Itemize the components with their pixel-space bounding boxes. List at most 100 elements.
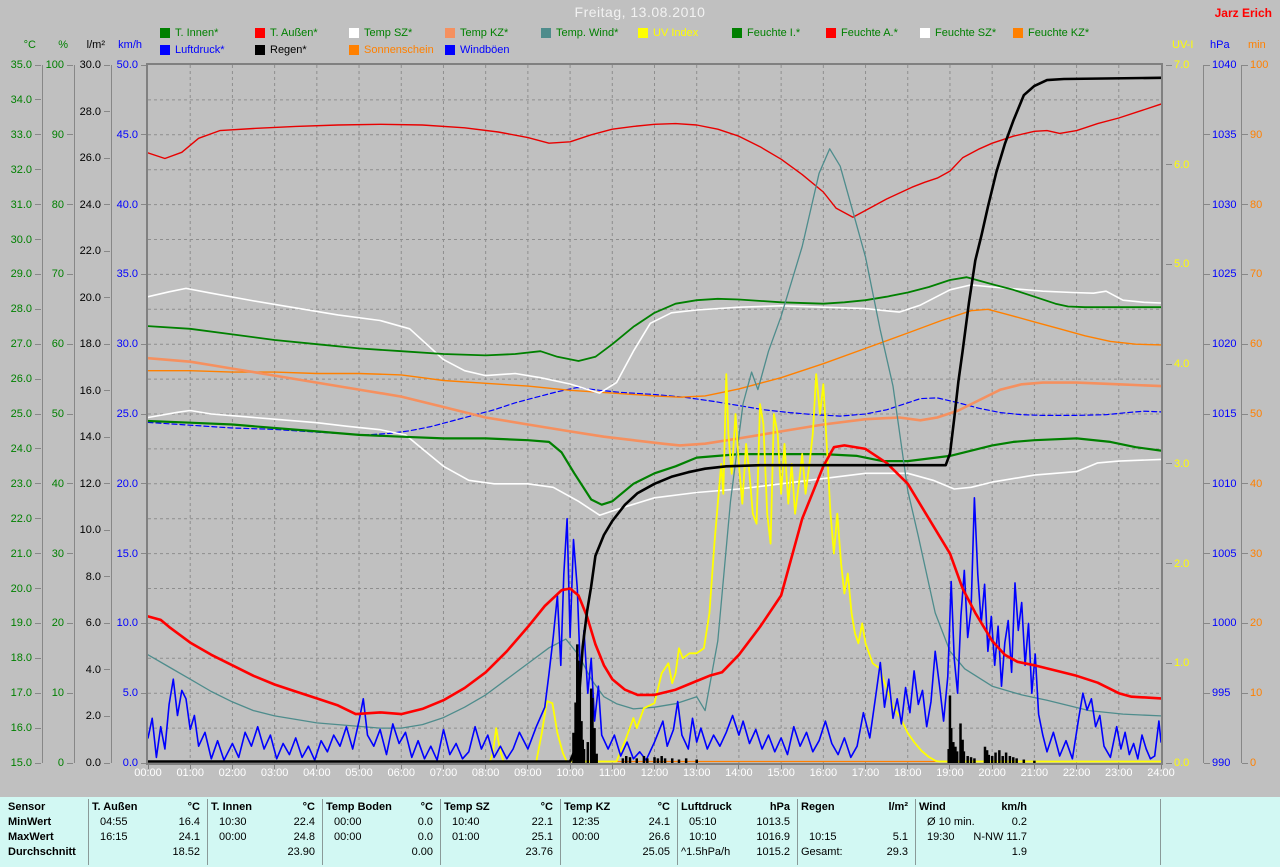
axis-tick-label: 15.0 xyxy=(94,548,138,560)
statistics-table: SensorMinWertMaxWertDurchschnittT. Außen… xyxy=(0,797,1280,867)
axis-tick xyxy=(1242,65,1248,66)
max-value: 0.0 xyxy=(418,830,433,845)
x-tick-label: 12:00 xyxy=(633,767,677,779)
sensor-name: T. Innen xyxy=(211,800,252,815)
axis-tick xyxy=(1204,623,1210,624)
legend-label: Feuchte I.* xyxy=(747,27,800,39)
legend-item-luftdruck-[interactable]: Luftdruck* xyxy=(160,44,225,56)
legend-label: Windböen xyxy=(460,44,510,56)
legend-label: Luftdruck* xyxy=(175,44,225,56)
axis-tick xyxy=(1166,65,1172,66)
axis-tick-label: 10.0 xyxy=(57,524,101,536)
legend-item-sonnenschein[interactable]: Sonnenschein xyxy=(349,44,434,56)
min-time: 05:10 xyxy=(689,815,717,830)
axis-tick xyxy=(35,448,41,449)
axis-tick xyxy=(35,728,41,729)
sensor-name: Regen xyxy=(801,800,835,815)
axis-tick xyxy=(1242,553,1248,554)
legend-item-uv-index[interactable]: UV Index xyxy=(638,27,698,39)
axis-tick-label: 40.0 xyxy=(94,199,138,211)
legend-label: Feuchte SZ* xyxy=(935,27,996,39)
axis-tick-label: 20 xyxy=(1250,617,1262,629)
x-tick-label: 21:00 xyxy=(1012,767,1056,779)
sensor-name: T. Außen xyxy=(92,800,137,815)
x-tick-label: 10:00 xyxy=(548,767,592,779)
axis-tick xyxy=(1166,763,1172,764)
table-column-luftdruck: LuftdruckhPa05:101013.510:101016.9^1.5hP… xyxy=(679,797,792,867)
x-tick-label: 15:00 xyxy=(759,767,803,779)
table-column-temp-sz: Temp SZ°C10:4022.101:0025.123.76 xyxy=(442,797,555,867)
axis-tick-label: 50.0 xyxy=(94,59,138,71)
axis-tick-label: 70 xyxy=(20,268,64,280)
axis-tick-label: 0 xyxy=(1250,757,1256,769)
axis-tick-label: 30 xyxy=(1250,548,1262,560)
legend-item-temp-wind-[interactable]: Temp. Wind* xyxy=(541,27,618,39)
min-time: 12:35 xyxy=(572,815,600,830)
axis-tick xyxy=(35,658,41,659)
sensor-name: Temp KZ xyxy=(564,800,610,815)
max-time: 10:15 xyxy=(809,830,837,845)
avg-value: 18.52 xyxy=(172,845,200,860)
axis-tick-label: 1020 xyxy=(1212,338,1236,350)
axis-tick-label: 3.0 xyxy=(1174,458,1189,470)
axis-tick xyxy=(1242,693,1248,694)
axis-tick xyxy=(1204,344,1210,345)
legend-item-temp-kz-[interactable]: Temp KZ* xyxy=(445,27,508,39)
axis-tick-label: 1035 xyxy=(1212,129,1236,141)
x-tick-label: 00:00 xyxy=(126,767,170,779)
legend-label: Feuchte A.* xyxy=(841,27,898,39)
x-tick-label: 03:00 xyxy=(253,767,297,779)
legend-item-feuchte-kz-[interactable]: Feuchte KZ* xyxy=(1013,27,1089,39)
axis-tick xyxy=(35,518,41,519)
axis-tick xyxy=(1204,134,1210,135)
axis-tick xyxy=(1242,483,1248,484)
max-value: 24.1 xyxy=(179,830,200,845)
axis-tick-label: 40 xyxy=(1250,478,1262,490)
legend-label: UV Index xyxy=(653,27,698,39)
legend-swatch-icon xyxy=(732,28,742,38)
legend-item-feuchte-sz-[interactable]: Feuchte SZ* xyxy=(920,27,996,39)
legend-swatch-icon xyxy=(255,28,265,38)
axis-tick xyxy=(1204,65,1210,66)
axis-tick xyxy=(35,309,41,310)
min-time: 04:55 xyxy=(100,815,128,830)
legend-item-windb-en[interactable]: Windböen xyxy=(445,44,510,56)
axis-tick-label: 1030 xyxy=(1212,199,1236,211)
x-tick-label: 07:00 xyxy=(421,767,465,779)
min-time: 10:40 xyxy=(452,815,480,830)
axis-tick-label: 30.0 xyxy=(94,338,138,350)
axis-tick xyxy=(67,553,73,554)
axis-tick-label: 7.0 xyxy=(1174,59,1189,71)
legend-item-temp-sz-[interactable]: Temp SZ* xyxy=(349,27,412,39)
min-time: 10:30 xyxy=(219,815,247,830)
sensor-unit: °C xyxy=(421,800,433,815)
legend-item-t-innen-[interactable]: T. Innen* xyxy=(160,27,218,39)
legend-item-feuchte-a-[interactable]: Feuchte A.* xyxy=(826,27,898,39)
max-time: 00:00 xyxy=(334,830,362,845)
table-column-regen: Regenl/m²10:155.1Gesamt:29.3 xyxy=(799,797,910,867)
axis-tick-label: 10 xyxy=(20,687,64,699)
axis-tick xyxy=(35,239,41,240)
x-tick-label: 06:00 xyxy=(379,767,423,779)
table-row-label: MaxWert xyxy=(8,830,54,845)
axis-tick xyxy=(1166,463,1172,464)
axis-tick xyxy=(104,669,110,670)
legend-label: T. Innen* xyxy=(175,27,218,39)
legend-item-feuchte-i-[interactable]: Feuchte I.* xyxy=(732,27,800,39)
axis-tick-label: 10 xyxy=(1250,687,1262,699)
axis-tick-label: 60 xyxy=(1250,338,1262,350)
sensor-unit: °C xyxy=(303,800,315,815)
avg-value: 1.9 xyxy=(1012,845,1027,860)
legend-item-t-au-en-[interactable]: T. Außen* xyxy=(255,27,318,39)
axis-tick-label: 50 xyxy=(20,408,64,420)
axis-unit-label: UV-I xyxy=(1172,39,1193,51)
x-tick-label: 02:00 xyxy=(210,767,254,779)
legend-item-regen-[interactable]: Regen* xyxy=(255,44,307,56)
axis-tick xyxy=(1166,364,1172,365)
axis-tick-label: 32.0 xyxy=(0,164,32,176)
axis-tick xyxy=(1166,663,1172,664)
axis-tick-label: 2.0 xyxy=(1174,558,1189,570)
axis-pole xyxy=(74,65,75,763)
axis-unit-label: hPa xyxy=(1210,39,1230,51)
axis-tick-label: 100 xyxy=(1250,59,1268,71)
